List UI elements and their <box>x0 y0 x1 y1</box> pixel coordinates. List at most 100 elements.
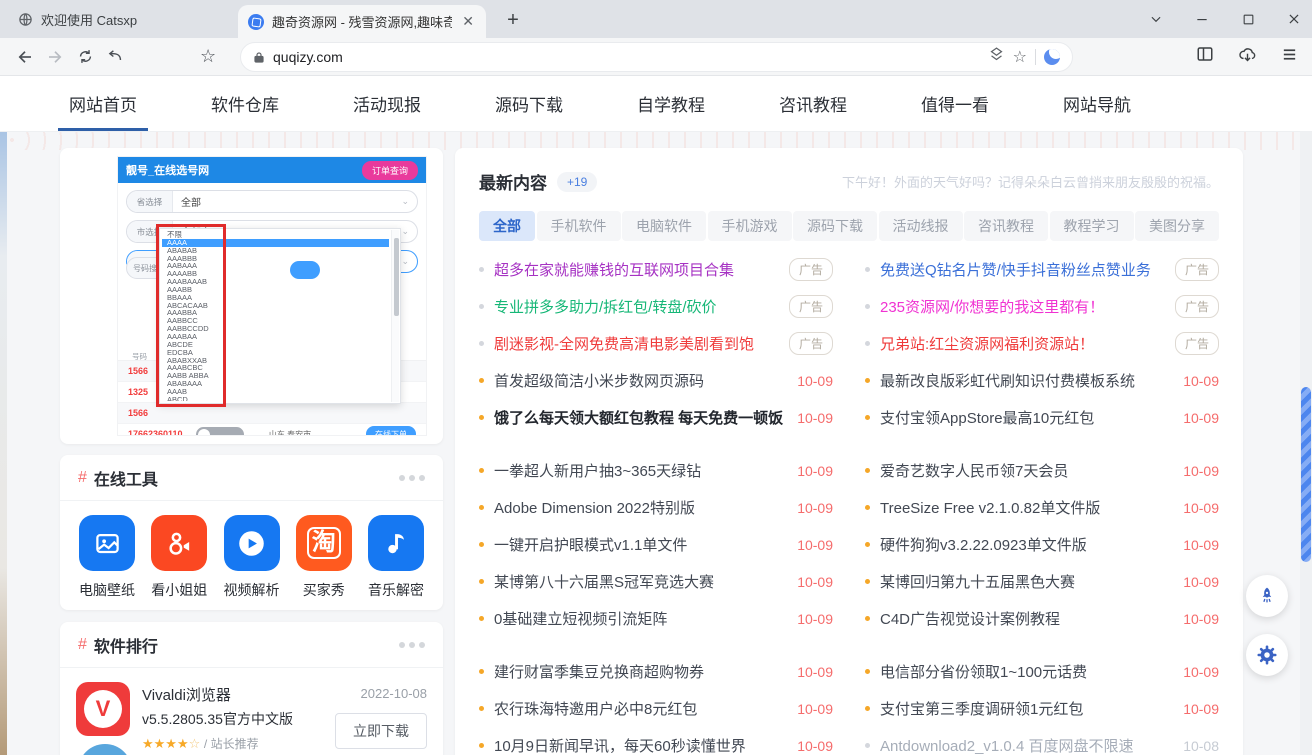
news-title-link[interactable]: 硬件狗狗v3.2.22.0923单文件版 <box>880 534 1171 555</box>
tool-item[interactable]: 看小姐姐 <box>146 515 212 600</box>
category-tab[interactable]: 美图分享 <box>1135 211 1219 241</box>
undo-button[interactable] <box>100 48 130 65</box>
news-title-link[interactable]: 10月9日新闻早讯，每天60秒读懂世界 <box>494 735 785 755</box>
news-title-link[interactable]: 一键开启护眼模式v1.1单文件 <box>494 534 785 555</box>
news-item: 农行珠海特邀用户必中8元红包10-09 <box>479 690 833 727</box>
dropdown-option[interactable]: ABCD <box>162 396 389 401</box>
number-picker-screenshot: 靓号_在线选号网 订单查询 省选择全部⌄市选择全部市⌄类型选择不限⌄ 号码搜索 … <box>117 156 427 436</box>
menu-icon[interactable] <box>1281 46 1298 68</box>
category-tab[interactable]: 手机软件 <box>537 211 621 241</box>
back-button[interactable] <box>10 48 40 66</box>
news-title-link[interactable]: 农行珠海特邀用户必中8元红包 <box>494 698 785 719</box>
news-title-link[interactable]: 某博第八十六届黑S冠军竞选大赛 <box>494 571 785 592</box>
page-scrollbar[interactable] <box>1300 132 1312 755</box>
news-title-link[interactable]: C4D广告视觉设计案例教程 <box>880 608 1171 629</box>
select-field[interactable]: 省选择全部⌄ <box>126 190 418 213</box>
forward-button[interactable] <box>40 48 70 66</box>
nav-item-link[interactable]: 自学教程 <box>600 76 742 131</box>
window-chevron-icon[interactable] <box>1148 12 1164 26</box>
nav-item-active[interactable]: 网站首页 <box>32 76 174 131</box>
bullet-icon <box>479 378 484 383</box>
nav-item-link[interactable]: 软件仓库 <box>174 76 316 131</box>
dropdown-option[interactable]: ABCDE <box>162 341 389 349</box>
taobao-glyph: 淘 <box>307 527 341 559</box>
news-title-link[interactable]: 免费送Q钻名片赞/快手抖音粉丝点赞业务 <box>880 259 1163 280</box>
category-tab[interactable]: 咨讯教程 <box>964 211 1048 241</box>
news-item: 支付宝第三季度调研领1元红包10-09 <box>865 690 1219 727</box>
tab-close-icon[interactable]: ✕ <box>460 13 476 30</box>
dropdown-option[interactable]: AAABB <box>162 286 389 294</box>
news-title-link[interactable]: 首发超级简洁小米步数网页源码 <box>494 370 785 391</box>
category-tab[interactable]: 电脑软件 <box>622 211 706 241</box>
category-tab[interactable]: 活动线报 <box>879 211 963 241</box>
news-title-link[interactable]: 建行财富季集豆兑换商超购物券 <box>494 661 785 682</box>
window-maximize-button[interactable] <box>1240 13 1256 26</box>
tool-item[interactable]: 视频解析 <box>219 515 285 600</box>
more-dots-icon[interactable] <box>399 642 425 648</box>
news-item: C4D广告视觉设计案例教程10-09 <box>865 600 1219 637</box>
news-title-link[interactable]: 兄弟站:红尘资源网福利资源站！ <box>880 333 1163 354</box>
category-tab[interactable]: 教程学习 <box>1050 211 1134 241</box>
news-title-link[interactable]: Antdownload2_v1.0.4 百度网盘不限速 <box>880 735 1171 755</box>
tool-item[interactable]: 电脑壁纸 <box>74 515 140 600</box>
news-title-link[interactable]: 爱奇艺数字人民币领7天会员 <box>880 460 1171 481</box>
dropdown-option[interactable]: 不限 <box>162 231 389 239</box>
dropdown-option[interactable]: AAABAAAB <box>162 278 389 286</box>
browser-tab-active[interactable]: 趣奇资源网 - 残雪资源网,趣味奇妙 ✕ <box>238 5 486 38</box>
category-tab[interactable]: 全部 <box>479 211 535 241</box>
nav-item-link[interactable]: 网站导航 <box>1026 76 1168 131</box>
news-title-link[interactable]: 超多在家就能赚钱的互联网项目合集 <box>494 259 777 280</box>
news-title-link[interactable]: TreeSize Free v2.1.0.82单文件版 <box>880 497 1171 518</box>
news-item: 兄弟站:红尘资源网福利资源站！广告 <box>865 325 1219 362</box>
category-tab[interactable]: 手机游戏 <box>708 211 792 241</box>
address-bar[interactable]: quqizy.com ☆ <box>240 42 1073 72</box>
dropdown-option[interactable]: ABABAAA <box>162 380 389 388</box>
gear-icon <box>1256 644 1278 666</box>
bullet-icon <box>479 341 484 346</box>
download-icon[interactable] <box>1238 45 1257 69</box>
news-title-link[interactable]: 电信部分省份领取1~100元话费 <box>880 661 1171 682</box>
news-title-link[interactable]: 235资源网/你想要的我这里都有！ <box>880 296 1163 317</box>
news-title-link[interactable]: 饿了么每天领大额红包教程 每天免费一顿饭 <box>494 407 785 428</box>
news-title-link[interactable]: 专业拼多多助力/拆红包/转盘/砍价 <box>494 296 777 317</box>
home-star-icon[interactable]: ☆ <box>200 46 216 67</box>
news-title-link[interactable]: 剧迷影视-全网免费高清电影美剧看到饱 <box>494 333 777 354</box>
order-online-button[interactable]: 在线下单 <box>366 426 416 436</box>
tool-label: 买家秀 <box>291 580 357 600</box>
layers-icon[interactable] <box>988 46 1005 68</box>
news-item: 建行财富季集豆兑换商超购物券10-09 <box>479 653 833 690</box>
settings-button[interactable] <box>1246 634 1288 676</box>
number-picker-banner-card[interactable]: 靓号_在线选号网 订单查询 省选择全部⌄市选择全部市⌄类型选择不限⌄ 号码搜索 … <box>60 148 443 444</box>
browser-tab-welcome[interactable]: 欢迎使用 Catsxp <box>8 0 188 38</box>
app-list-item[interactable]: V Vivaldi浏览器 v5.5.2805.35官方中文版 ★★★★☆ / 站… <box>60 668 443 752</box>
bookmark-star-icon[interactable]: ☆ <box>1013 47 1027 67</box>
category-tab[interactable]: 源码下载 <box>793 211 877 241</box>
news-title-link[interactable]: 支付宝第三季度调研领1元红包 <box>880 698 1171 719</box>
news-title-link[interactable]: 支付宝领AppStore最高10元红包 <box>880 407 1171 428</box>
tool-item[interactable]: 音乐解密 <box>363 515 429 600</box>
split-view-icon[interactable] <box>1196 45 1214 68</box>
news-title-link[interactable]: Adobe Dimension 2022特别版 <box>494 497 785 518</box>
news-title-link[interactable]: 0基础建立短视频引流矩阵 <box>494 608 785 629</box>
download-now-button[interactable]: 立即下载 <box>335 713 427 749</box>
dropdown-option[interactable]: AAAB <box>162 388 389 396</box>
dark-mode-moon-icon[interactable] <box>1044 49 1060 65</box>
back-to-top-button[interactable] <box>1246 575 1288 617</box>
dropdown-option[interactable]: AAABAA <box>162 333 389 341</box>
nav-item-link[interactable]: 值得一看 <box>884 76 1026 131</box>
scrollbar-thumb[interactable] <box>1301 387 1311 562</box>
news-title-link[interactable]: 最新改良版彩虹代刷知识付费模板系统 <box>880 370 1171 391</box>
news-title-link[interactable]: 一拳超人新用户抽3~365天绿钻 <box>494 460 785 481</box>
post-date: 10-09 <box>797 574 833 590</box>
new-tab-button[interactable]: + <box>500 7 526 33</box>
nav-item-link[interactable]: 咨讯教程 <box>742 76 884 131</box>
tool-item[interactable]: 淘买家秀 <box>291 515 357 600</box>
nav-item-link[interactable]: 源码下载 <box>458 76 600 131</box>
more-dots-icon[interactable] <box>399 475 425 481</box>
news-title-link[interactable]: 某博回归第九十五届黑色大赛 <box>880 571 1171 592</box>
refresh-button[interactable] <box>70 48 100 65</box>
window-close-button[interactable] <box>1286 12 1302 26</box>
star-empty-icon: ☆ <box>189 736 201 751</box>
window-minimize-button[interactable] <box>1194 12 1210 26</box>
nav-item-link[interactable]: 活动现报 <box>316 76 458 131</box>
